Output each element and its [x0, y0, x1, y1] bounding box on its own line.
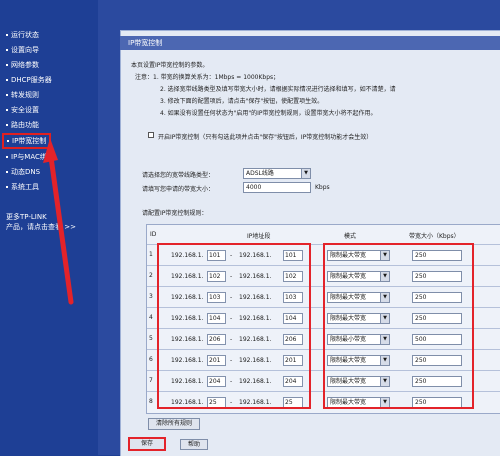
red-arrow-annotation — [43, 138, 74, 305]
